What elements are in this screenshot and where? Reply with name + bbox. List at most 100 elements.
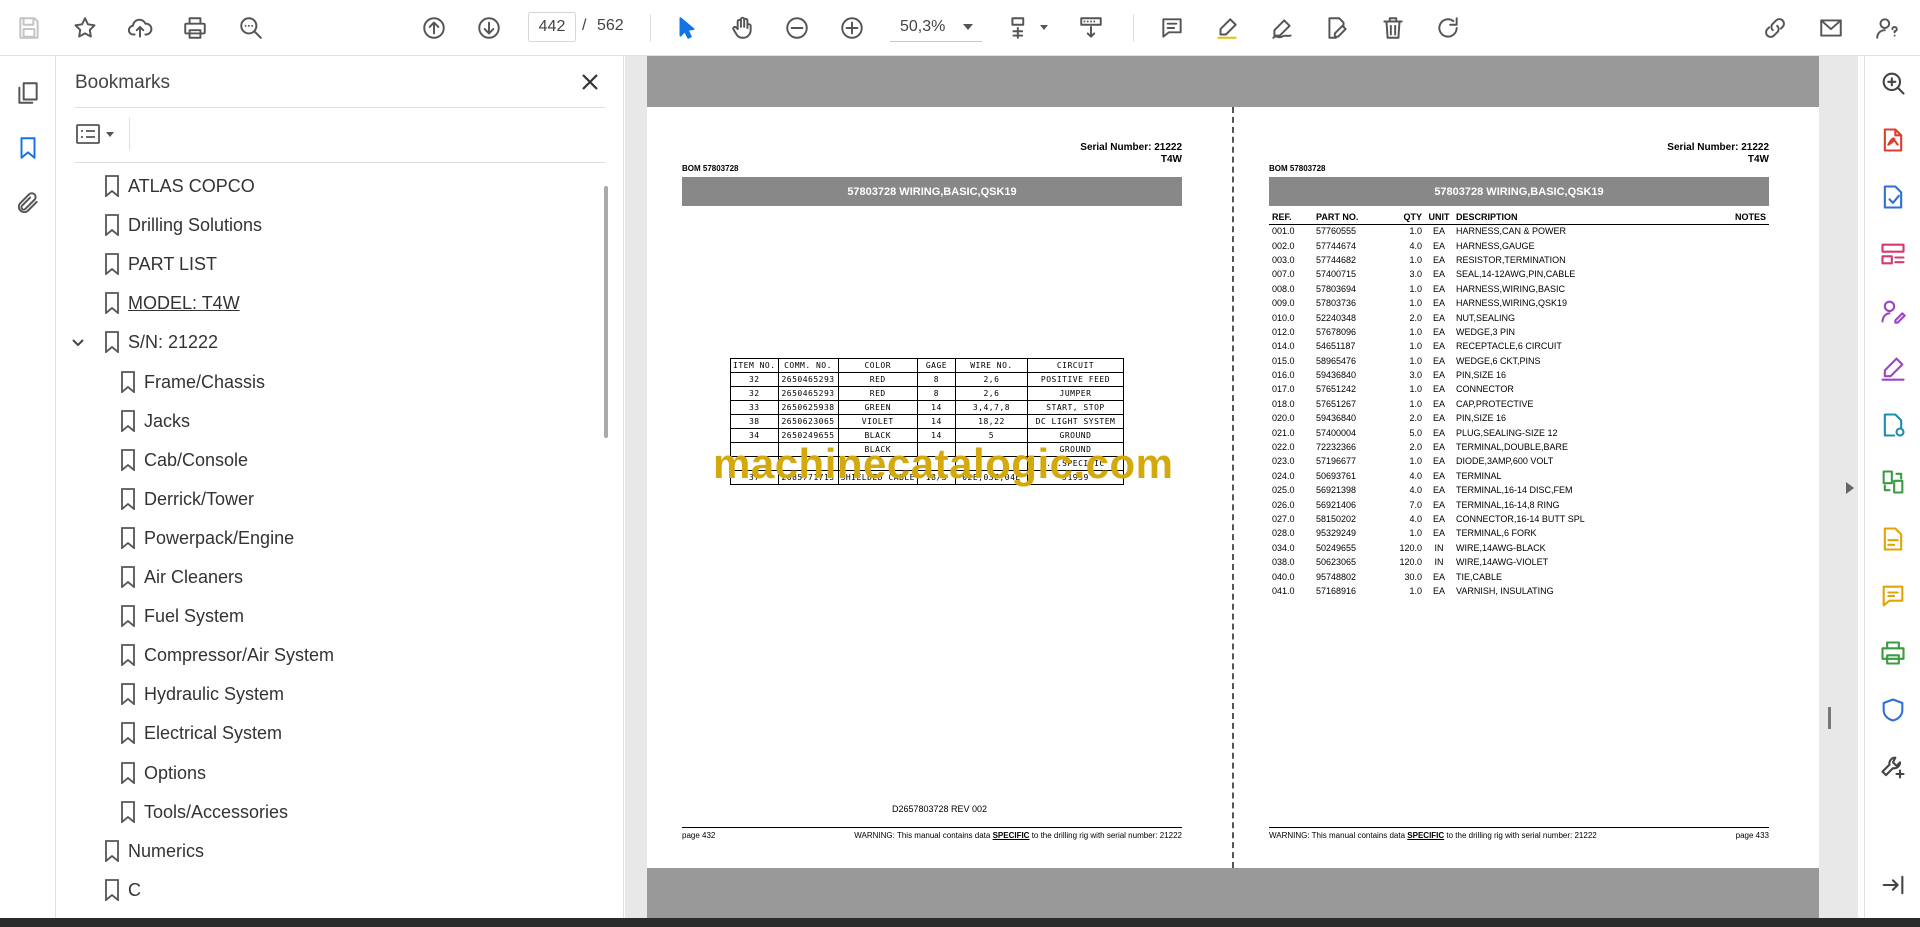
select-cursor-icon[interactable] xyxy=(670,11,704,45)
page-fit-icon[interactable] xyxy=(1003,11,1037,45)
document-scrollbar[interactable] xyxy=(1828,707,1831,729)
bookmark-item[interactable]: Numerics xyxy=(56,832,596,871)
fill-sign-icon[interactable] xyxy=(1876,351,1910,385)
bookmark-item[interactable]: Electrical System xyxy=(56,714,596,753)
protect-icon[interactable] xyxy=(1876,693,1910,727)
comment-icon[interactable] xyxy=(1155,11,1189,45)
send-review-icon[interactable] xyxy=(1876,408,1910,442)
parts-table-cell: 009.0 xyxy=(1272,298,1295,309)
bookmark-item[interactable]: Derrick/Tower xyxy=(56,480,596,519)
bookmark-item[interactable]: Tools/Accessories xyxy=(56,793,596,832)
page-thumbnails-icon[interactable] xyxy=(11,76,45,110)
parts-table-cell: VARNISH, INSULATING xyxy=(1456,585,1554,596)
draw-signature-icon[interactable] xyxy=(1265,11,1299,45)
panel-title: Bookmarks xyxy=(75,72,171,93)
more-tools-icon[interactable] xyxy=(1876,750,1910,784)
bookmark-item[interactable]: Powerpack/Engine xyxy=(56,519,596,558)
parts-table-header-cell: DESCRIPTION xyxy=(1453,211,1703,225)
table-row: 034.0 50249655 120.0 IN WIRE,14AWG-BLACK xyxy=(1269,541,1769,555)
find-text-icon[interactable] xyxy=(234,11,268,45)
parts-table-cell: EA xyxy=(1432,355,1445,366)
parts-table-cell: 003.0 xyxy=(1272,254,1295,265)
save-icon[interactable] xyxy=(12,11,46,45)
compare-files-icon[interactable] xyxy=(1876,465,1910,499)
scan-ocr-icon[interactable] xyxy=(1876,522,1910,556)
hand-tool-icon[interactable] xyxy=(725,11,759,45)
next-page-icon[interactable] xyxy=(472,11,506,45)
page-label: page 432 xyxy=(682,831,716,840)
scroll-mode-icon[interactable] xyxy=(1074,11,1108,45)
bookmark-item[interactable]: Frame/Chassis xyxy=(56,363,596,402)
bookmark-item[interactable]: Drilling Solutions xyxy=(56,206,596,245)
bookmark-item[interactable]: Hydraulic System xyxy=(56,675,596,714)
parts-table-cell: 57678096 xyxy=(1316,326,1357,337)
chevron-down-icon[interactable] xyxy=(70,335,86,351)
parts-table-cell: CONNECTOR,16-14 BUTT SPL xyxy=(1456,514,1585,524)
bookmark-icon xyxy=(104,331,122,355)
email-icon[interactable] xyxy=(1814,11,1848,45)
star-icon[interactable] xyxy=(68,11,102,45)
wire-table-header-cell: CIRCUIT xyxy=(1026,358,1124,373)
parts-table-cell: EA xyxy=(1432,514,1445,524)
wire-table-cell: START, STOP xyxy=(1026,400,1124,415)
request-signature-icon[interactable] xyxy=(1876,294,1910,328)
export-pdf-icon[interactable] xyxy=(1876,180,1910,214)
parts-table-cell: 59436840 xyxy=(1316,413,1357,424)
bookmark-item[interactable]: Air Cleaners xyxy=(56,558,596,597)
bookmark-item[interactable]: Cab/Console xyxy=(56,441,596,480)
wire-table-header-cell: COMM. NO. xyxy=(777,358,839,373)
parts-table-body: 001.0 57760555 1.0 EA HARNESS,CAN & POWER 002… xyxy=(1269,224,1769,598)
edit-text-icon[interactable] xyxy=(1320,11,1354,45)
zoom-in-icon[interactable] xyxy=(835,11,869,45)
collapse-tools-icon[interactable] xyxy=(1876,868,1910,902)
bookmark-icon xyxy=(120,800,138,824)
print-icon[interactable] xyxy=(178,11,212,45)
bookmark-label: Tools/Accessories xyxy=(144,801,289,822)
account-help-icon[interactable] xyxy=(1870,11,1904,45)
parts-table-cell: 72232366 xyxy=(1316,442,1357,453)
wire-table-cell: 14 xyxy=(916,400,956,415)
organize-pages-icon[interactable] xyxy=(1876,237,1910,271)
panel-scrollbar[interactable] xyxy=(604,186,608,438)
parts-table-cell: HARNESS,WIRING,BASIC xyxy=(1456,283,1566,294)
bookmark-item[interactable]: ATLAS COPCO xyxy=(56,167,596,206)
share-link-icon[interactable] xyxy=(1758,11,1792,45)
parts-table-notes-cell xyxy=(1703,512,1769,526)
bookmark-label: Fuel System xyxy=(144,606,245,627)
bookmark-item[interactable]: Options xyxy=(56,754,596,793)
bookmarks-icon[interactable] xyxy=(11,131,45,165)
chevron-down-icon[interactable] xyxy=(963,24,973,30)
print-production-icon[interactable] xyxy=(1876,636,1910,670)
bookmark-item[interactable]: C xyxy=(56,871,596,910)
rotate-icon[interactable] xyxy=(1431,11,1465,45)
main-toolbar: / 562 50,3% xyxy=(0,0,1920,56)
bookmark-options-button[interactable] xyxy=(75,118,123,150)
wire-table-cell: JUMPER xyxy=(1026,386,1124,401)
bookmark-item[interactable]: MODEL: T4W xyxy=(56,284,596,323)
attachments-icon[interactable] xyxy=(11,186,45,220)
model-name: T4W xyxy=(1747,154,1769,165)
expand-right-panel-icon[interactable] xyxy=(1846,482,1854,494)
bookmark-item[interactable]: Jacks xyxy=(56,402,596,441)
comment-tool-icon[interactable] xyxy=(1876,579,1910,613)
delete-icon[interactable] xyxy=(1376,11,1410,45)
warning-note: WARNING: This manual contains data SPECI… xyxy=(854,831,1182,840)
bookmark-item[interactable]: Compressor/Air System xyxy=(56,636,596,675)
bookmark-item[interactable]: Fuel System xyxy=(56,597,596,636)
parts-table-cell: 021.0 xyxy=(1272,427,1295,438)
bookmark-label: Cab/Console xyxy=(144,449,249,470)
bookmark-label: Compressor/Air System xyxy=(144,645,335,666)
highlight-pen-icon[interactable] xyxy=(1210,11,1244,45)
create-pdf-icon[interactable] xyxy=(1876,123,1910,157)
close-panel-button[interactable] xyxy=(576,68,604,96)
bookmark-item[interactable]: PART LIST xyxy=(56,245,596,284)
bookmark-icon xyxy=(120,683,138,707)
chevron-down-icon[interactable] xyxy=(1040,25,1048,30)
zoom-out-icon[interactable] xyxy=(780,11,814,45)
previous-page-icon[interactable] xyxy=(417,11,451,45)
parts-table-notes-cell xyxy=(1703,310,1769,324)
search-zoom-icon[interactable] xyxy=(1876,66,1910,100)
bookmark-item[interactable]: S/N: 21222 xyxy=(56,323,596,362)
page-number-input[interactable] xyxy=(528,12,576,42)
upload-cloud-icon[interactable] xyxy=(123,11,157,45)
